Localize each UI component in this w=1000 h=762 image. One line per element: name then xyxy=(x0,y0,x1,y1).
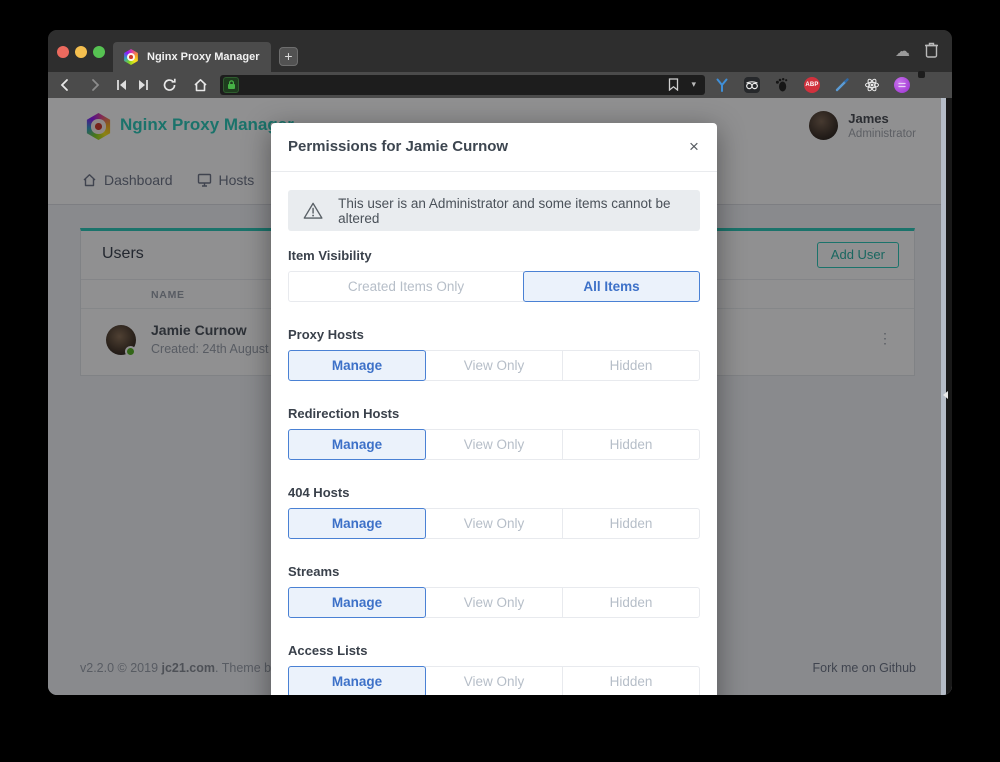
item-visibility-option-all-items[interactable]: All Items xyxy=(523,271,700,302)
atom-extension-icon[interactable] xyxy=(864,77,880,93)
streams-option-hidden[interactable]: Hidden xyxy=(562,587,700,618)
tab-title: Nginx Proxy Manager xyxy=(147,51,259,63)
proxy-hosts-label: Proxy Hosts xyxy=(288,327,700,342)
streams-option-manage[interactable]: Manage xyxy=(288,587,426,618)
404-hosts-option-manage[interactable]: Manage xyxy=(288,508,426,539)
redirection-hosts-label: Redirection Hosts xyxy=(288,406,700,421)
home-button[interactable] xyxy=(193,78,208,92)
admin-warning-banner: This user is an Administrator and some i… xyxy=(288,190,700,231)
minimize-window-button[interactable] xyxy=(75,46,87,58)
modal-title: Permissions for Jamie Curnow xyxy=(288,138,508,155)
browser-window: Nginx Proxy Manager + ☁ xyxy=(48,30,952,695)
404-hosts-option-hidden[interactable]: Hidden xyxy=(562,508,700,539)
404-hosts-group: ManageView OnlyHidden xyxy=(288,508,700,539)
item-visibility-group: Item Visibility Created Items OnlyAll It… xyxy=(288,248,700,302)
desktop: Nginx Proxy Manager + ☁ xyxy=(0,0,1000,762)
address-bar[interactable]: ▾ xyxy=(220,75,705,95)
proxy-hosts-option-view-only[interactable]: View Only xyxy=(425,350,563,381)
gnome-foot-extension-icon[interactable] xyxy=(774,77,790,93)
browser-tab[interactable]: Nginx Proxy Manager xyxy=(113,42,271,72)
sync-cloud-icon[interactable]: ☁ xyxy=(895,42,910,60)
panel-toggle-arrow-icon[interactable] xyxy=(943,391,948,399)
streams-label: Streams xyxy=(288,564,700,579)
close-icon[interactable]: × xyxy=(683,136,705,158)
redirection-hosts-option-view-only[interactable]: View Only xyxy=(425,429,563,460)
hook-extension-icon[interactable] xyxy=(714,77,730,93)
warning-triangle-icon xyxy=(303,201,323,220)
zoom-window-button[interactable] xyxy=(93,46,105,58)
new-tab-button[interactable]: + xyxy=(279,47,298,66)
purple-ball-extension-icon[interactable] xyxy=(894,77,910,93)
browser-tab-bar: Nginx Proxy Manager + ☁ xyxy=(48,30,952,72)
adblock-plus-extension-icon[interactable]: ABP xyxy=(804,77,820,93)
proxy-hosts-option-manage[interactable]: Manage xyxy=(288,350,426,381)
bookmark-icon[interactable] xyxy=(668,78,679,96)
back-button[interactable] xyxy=(58,78,72,92)
access-lists-option-manage[interactable]: Manage xyxy=(288,666,426,695)
browser-toolbar: ▾ ABP xyxy=(48,72,952,98)
warning-text: This user is an Administrator and some i… xyxy=(338,196,700,226)
lock-badge-icon xyxy=(918,71,925,78)
redirection-hosts-group: ManageView OnlyHidden xyxy=(288,429,700,460)
proxy-hosts-option-hidden[interactable]: Hidden xyxy=(562,350,700,381)
visibility-group: Created Items OnlyAll Items xyxy=(288,271,700,302)
forward-button[interactable] xyxy=(88,78,102,92)
pen-extension-icon[interactable] xyxy=(834,77,850,93)
404-hosts-label: 404 Hosts xyxy=(288,485,700,500)
favicon-nginx-proxy-manager xyxy=(123,49,139,65)
streams-group: ManageView OnlyHidden xyxy=(288,587,700,618)
404-hosts-option-view-only[interactable]: View Only xyxy=(425,508,563,539)
access-lists-group: ManageView OnlyHidden xyxy=(288,666,700,695)
access-lists-label: Access Lists xyxy=(288,643,700,658)
item-visibility-label: Item Visibility xyxy=(288,248,700,263)
reload-button[interactable] xyxy=(162,78,177,93)
bookmark-dropdown-caret[interactable]: ▾ xyxy=(691,79,696,90)
secure-lock-icon[interactable] xyxy=(223,77,239,93)
redirection-hosts-option-hidden[interactable]: Hidden xyxy=(562,429,700,460)
permission-groups: Proxy Hosts ManageView OnlyHidden Redire… xyxy=(288,327,700,695)
close-window-button[interactable] xyxy=(57,46,69,58)
mask-extension-icon[interactable] xyxy=(744,77,760,93)
proxy-hosts-group: ManageView OnlyHidden xyxy=(288,350,700,381)
rewind-button[interactable] xyxy=(115,79,128,91)
trash-icon[interactable] xyxy=(924,41,939,63)
fast-forward-button[interactable] xyxy=(137,79,150,91)
page-viewport: Nginx Proxy Manager James Administrator … xyxy=(48,98,952,695)
access-lists-option-hidden[interactable]: Hidden xyxy=(562,666,700,695)
access-lists-option-view-only[interactable]: View Only xyxy=(425,666,563,695)
permissions-modal: Permissions for Jamie Curnow × This user… xyxy=(271,123,717,695)
redirection-hosts-option-manage[interactable]: Manage xyxy=(288,429,426,460)
streams-option-view-only[interactable]: View Only xyxy=(425,587,563,618)
item-visibility-option-created-items-only[interactable]: Created Items Only xyxy=(288,271,524,302)
